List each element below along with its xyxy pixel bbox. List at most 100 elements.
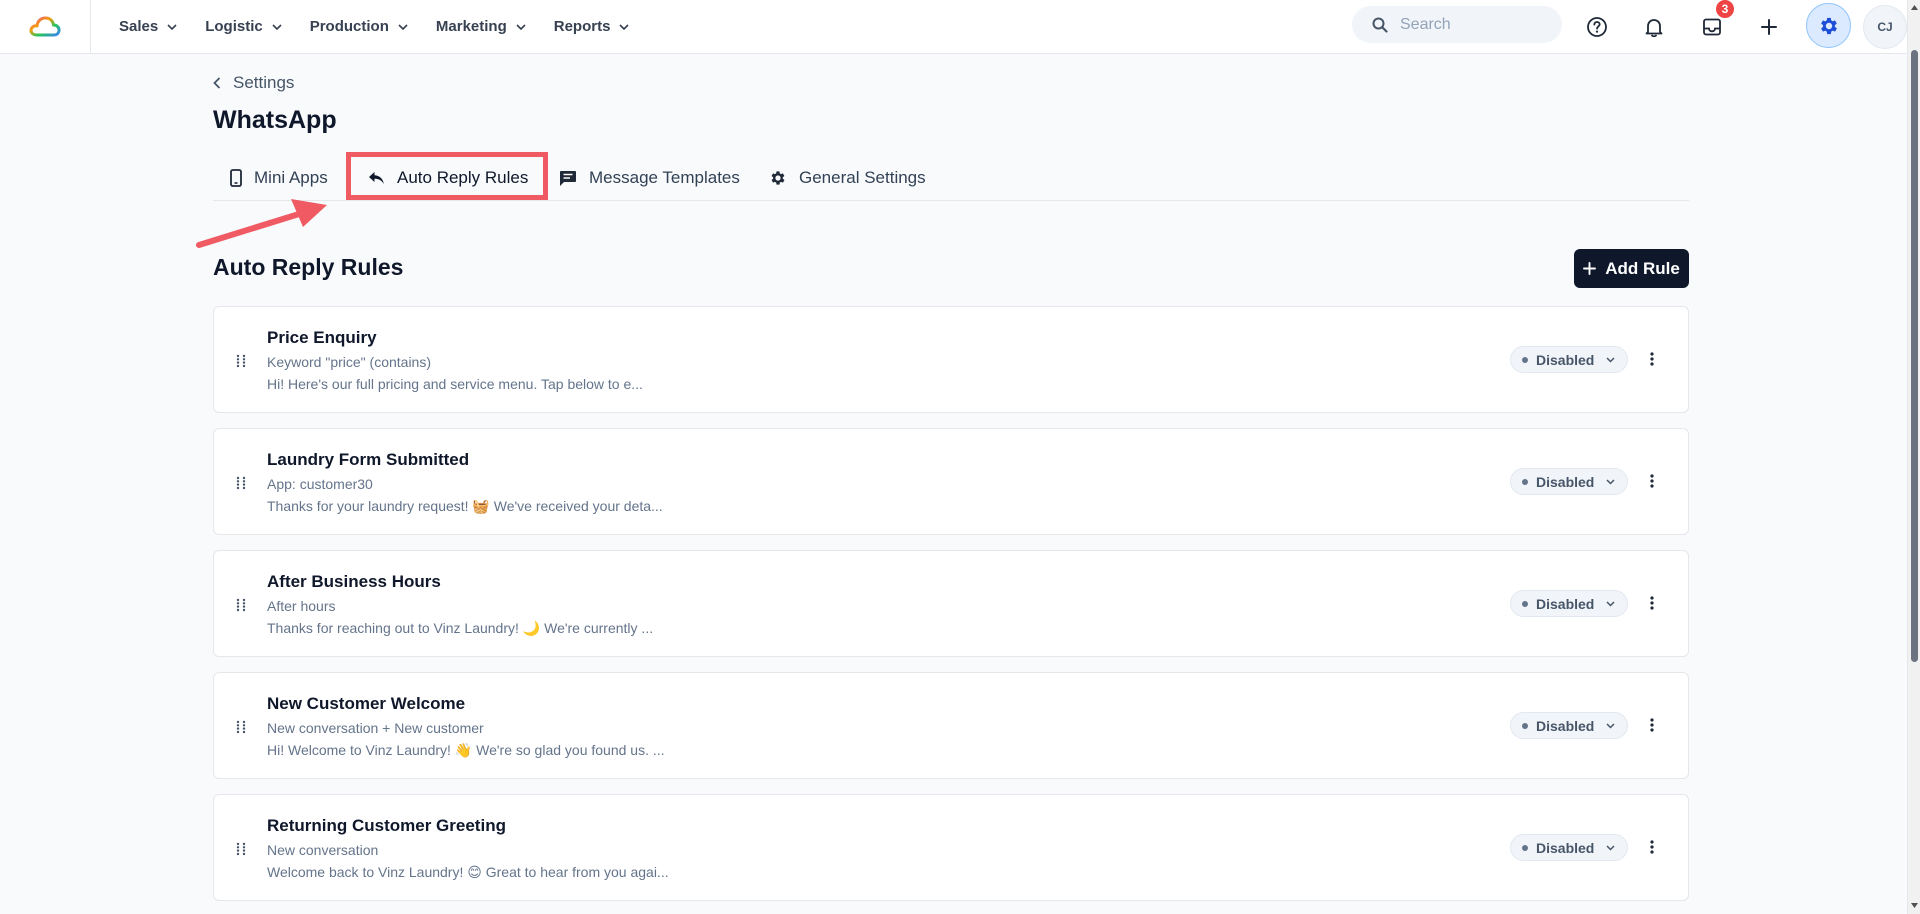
status-label: Disabled: [1536, 351, 1595, 368]
avatar-initials: CJ: [1877, 20, 1893, 34]
create-button[interactable]: [1750, 8, 1788, 46]
chevron-down-icon: [516, 23, 526, 30]
rule-preview: Thanks for your laundry request! 🧺 We've…: [267, 498, 663, 514]
phone-icon: [230, 169, 242, 187]
rule-preview: Hi! Here's our full pricing and service …: [267, 376, 643, 392]
nav-marketing[interactable]: Marketing: [436, 18, 526, 35]
status-label: Disabled: [1536, 839, 1595, 856]
page-title: WhatsApp: [213, 106, 337, 134]
tab-label: General Settings: [799, 168, 926, 187]
search-placeholder: Search: [1400, 15, 1451, 33]
scrollbar-thumb[interactable]: [1911, 50, 1918, 662]
status-dot: [1522, 722, 1528, 729]
rule-card[interactable]: After Business Hours After hours Thanks …: [213, 550, 1689, 657]
status-dropdown[interactable]: Disabled: [1510, 346, 1628, 373]
add-rule-button[interactable]: Add Rule: [1574, 249, 1689, 288]
inbox-button[interactable]: 3: [1693, 0, 1734, 46]
status-label: Disabled: [1536, 717, 1595, 734]
nav-label: Sales: [119, 18, 159, 35]
chevron-down-icon: [1606, 478, 1615, 485]
status-label: Disabled: [1536, 473, 1595, 490]
kebab-menu-icon: [1650, 352, 1654, 366]
nav-label: Marketing: [435, 18, 507, 35]
plus-icon: [1761, 19, 1777, 35]
chevron-down-icon: [1606, 722, 1615, 729]
nav-logistic[interactable]: Logistic: [205, 18, 282, 35]
chevron-down-icon: [1606, 844, 1615, 851]
chevron-down-icon: [167, 23, 177, 30]
tab-message-templates[interactable]: Message Templates: [559, 156, 740, 200]
more-options-button[interactable]: [1642, 836, 1662, 858]
status-label: Disabled: [1536, 595, 1595, 612]
status-dot: [1522, 844, 1528, 851]
kebab-menu-icon: [1650, 474, 1654, 488]
tab-label: Mini Apps: [254, 168, 328, 187]
nav-label: Logistic: [205, 18, 263, 35]
rule-card[interactable]: Laundry Form Submitted App: customer30 T…: [213, 428, 1689, 535]
gear-icon: [771, 171, 785, 185]
breadcrumb-label: Settings: [233, 73, 295, 92]
notifications-button[interactable]: [1635, 8, 1673, 46]
more-options-button[interactable]: [1642, 348, 1662, 370]
chevron-down-icon: [619, 23, 630, 30]
status-dot: [1522, 600, 1528, 607]
more-options-button[interactable]: [1642, 714, 1662, 736]
rule-preview: Hi! Welcome to Vinz Laundry! 👋 We're so …: [267, 742, 665, 758]
nav-production[interactable]: Production: [310, 18, 408, 35]
add-rule-label: Add Rule: [1605, 258, 1680, 278]
page-scrollbar[interactable]: [1907, 0, 1920, 914]
rule-title: Returning Customer Greeting: [267, 816, 506, 835]
cloud-logo-icon: [29, 16, 61, 36]
drag-handle-icon[interactable]: [236, 720, 246, 734]
rule-title: After Business Hours: [267, 572, 441, 591]
message-icon: [560, 170, 576, 186]
tab-highlight-box: [346, 152, 548, 200]
chevron-left-icon: [213, 77, 221, 89]
tab-mini-apps[interactable]: Mini Apps: [230, 156, 328, 200]
status-dropdown[interactable]: Disabled: [1510, 834, 1628, 861]
drag-handle-icon[interactable]: [236, 354, 246, 368]
rule-card[interactable]: Price Enquiry Keyword "price" (contains)…: [213, 306, 1689, 413]
tab-label: Message Templates: [589, 168, 740, 187]
gear-icon: [1820, 17, 1837, 34]
kebab-menu-icon: [1650, 718, 1654, 732]
status-dropdown[interactable]: Disabled: [1510, 468, 1628, 495]
rule-trigger: After hours: [267, 598, 336, 614]
nav-sales[interactable]: Sales: [119, 18, 177, 35]
inbox-count-badge: 3: [1716, 0, 1734, 18]
more-options-button[interactable]: [1642, 470, 1662, 492]
status-dot: [1522, 356, 1528, 363]
rule-card[interactable]: New Customer Welcome New conversation + …: [213, 672, 1689, 779]
rule-title: Price Enquiry: [267, 328, 377, 347]
chevron-down-icon: [272, 23, 282, 30]
user-avatar[interactable]: CJ: [1863, 5, 1907, 49]
help-icon: [1587, 17, 1607, 37]
scroll-up-icon[interactable]: [1910, 3, 1919, 12]
rule-trigger: App: customer30: [267, 476, 373, 492]
more-options-button[interactable]: [1642, 592, 1662, 614]
rule-preview: Welcome back to Vinz Laundry! 😊 Great to…: [267, 864, 669, 880]
chevron-down-icon: [398, 23, 408, 30]
rule-trigger: New conversation + New customer: [267, 720, 484, 736]
status-dropdown[interactable]: Disabled: [1510, 712, 1628, 739]
scroll-down-icon[interactable]: [1910, 901, 1919, 910]
annotation-arrow-icon: [196, 199, 327, 248]
drag-handle-icon[interactable]: [236, 842, 246, 856]
rule-card[interactable]: Returning Customer Greeting New conversa…: [213, 794, 1689, 901]
bell-icon: [1645, 19, 1663, 38]
drag-handle-icon[interactable]: [236, 598, 246, 612]
back-to-settings-link[interactable]: Settings: [213, 73, 294, 93]
kebab-menu-icon: [1650, 840, 1654, 854]
rule-trigger: New conversation: [267, 842, 379, 858]
rule-preview: Thanks for reaching out to Vinz Laundry!…: [267, 620, 654, 636]
settings-button[interactable]: [1806, 3, 1851, 48]
nav-reports[interactable]: Reports: [554, 18, 630, 35]
drag-handle-icon[interactable]: [236, 476, 246, 490]
help-button[interactable]: [1578, 8, 1616, 46]
app-logo[interactable]: [0, 0, 91, 54]
top-navbar: Sales Logistic Production Marketing Repo…: [0, 0, 1907, 54]
search-input[interactable]: Search: [1352, 6, 1562, 43]
rule-title: New Customer Welcome: [267, 694, 466, 713]
status-dropdown[interactable]: Disabled: [1510, 590, 1628, 617]
tab-general-settings[interactable]: General Settings: [769, 156, 926, 200]
